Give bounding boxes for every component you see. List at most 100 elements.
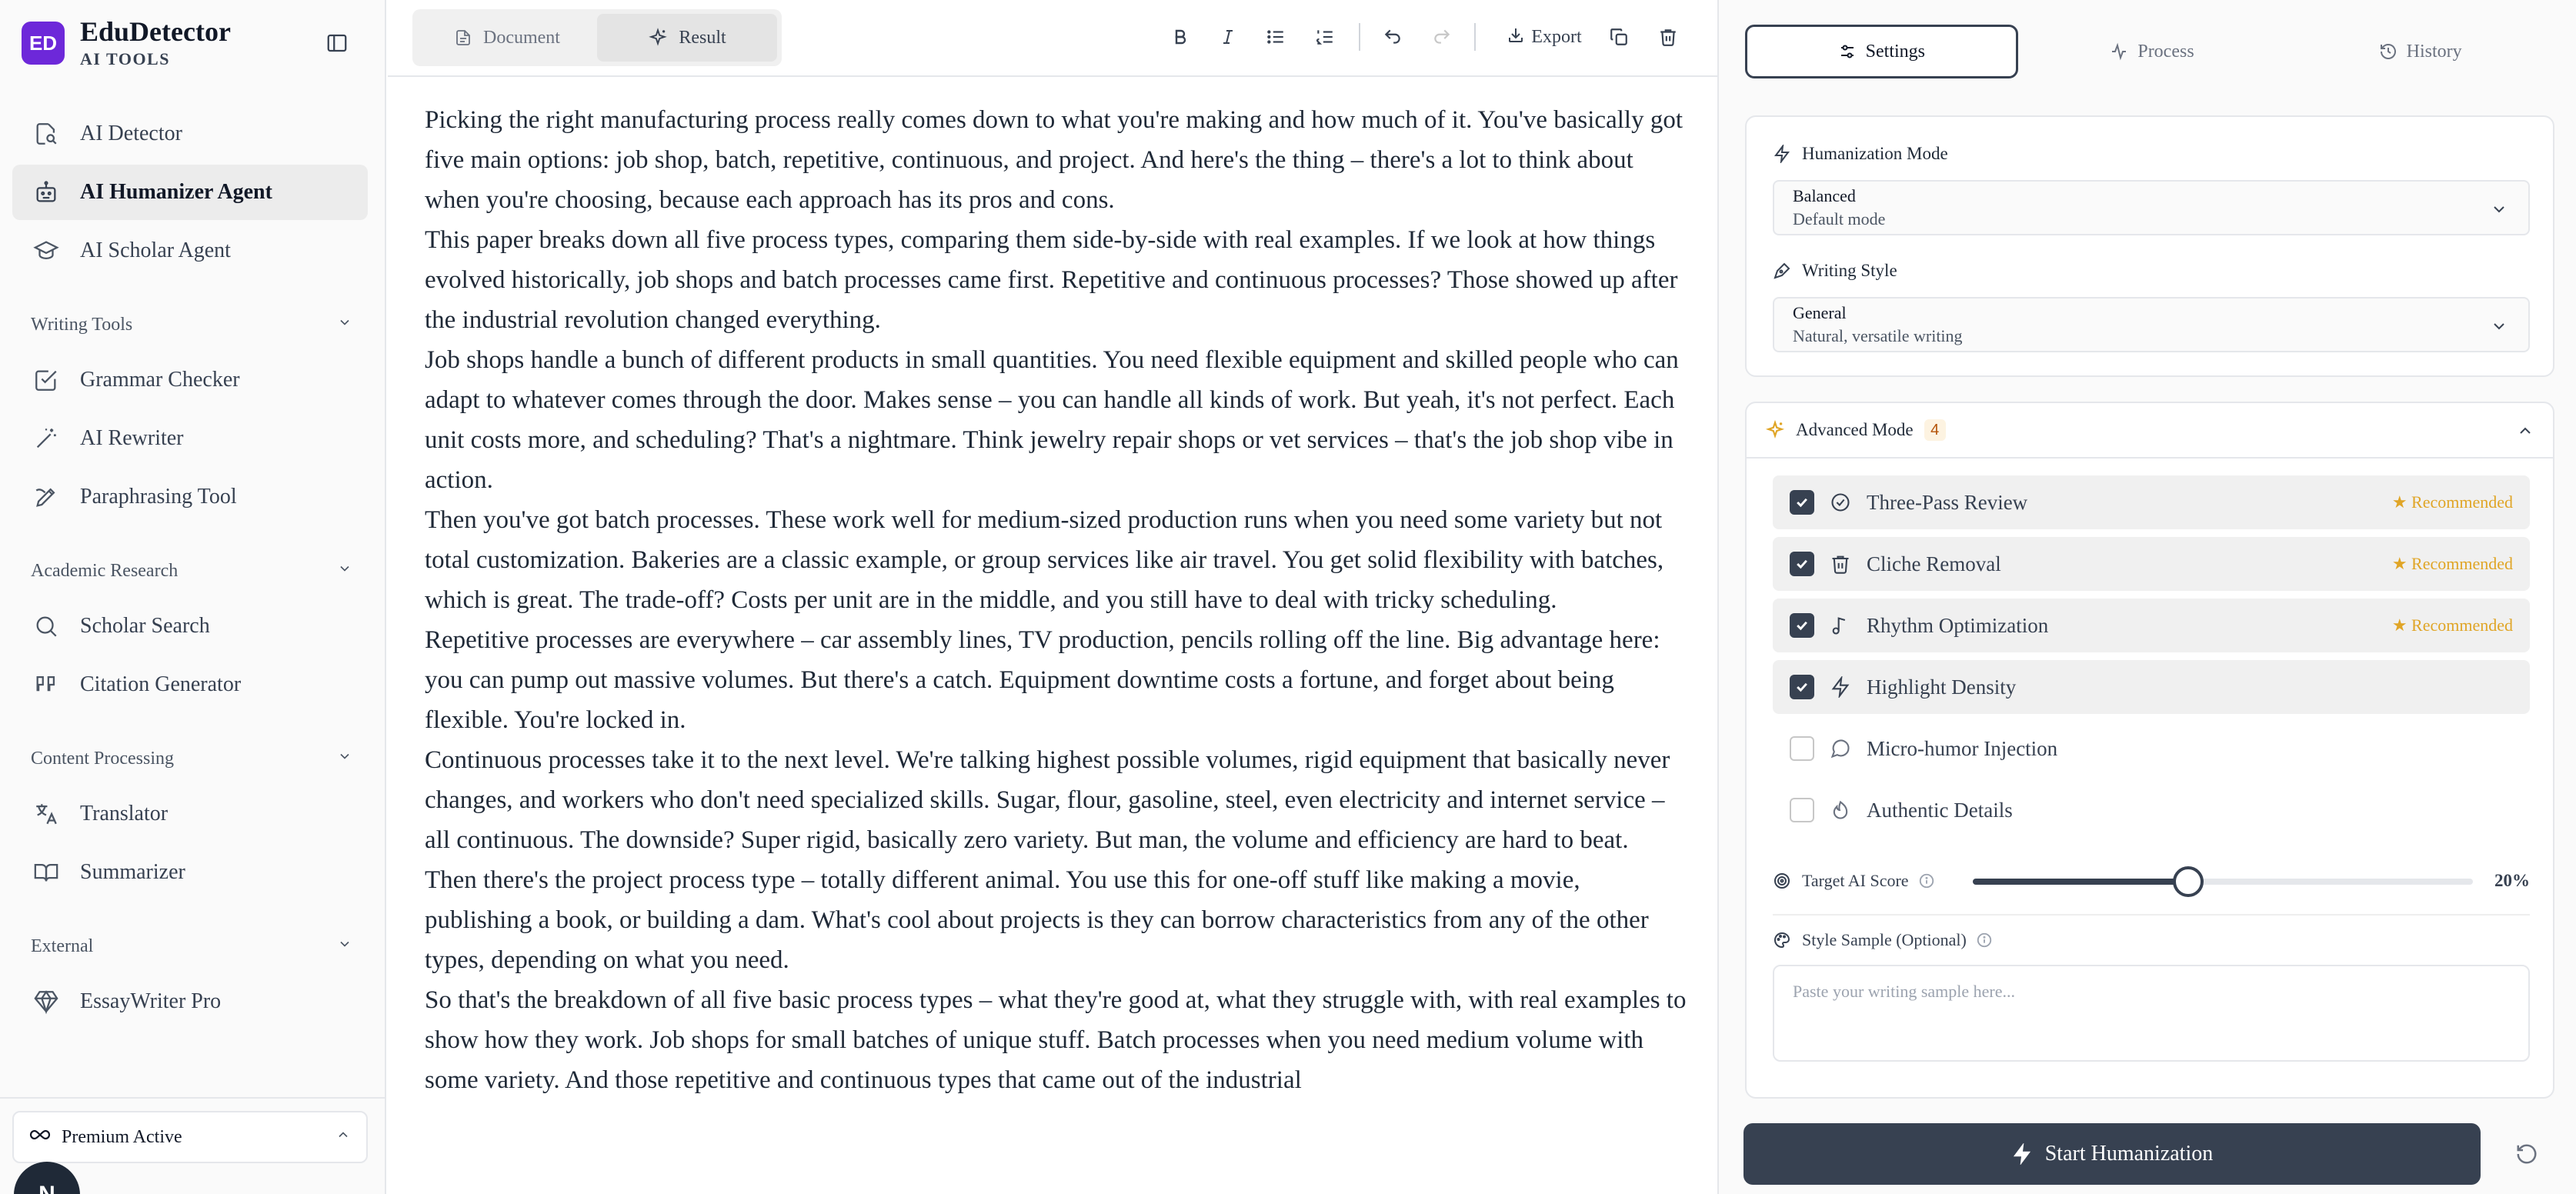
start-humanization-button[interactable]: Start Humanization (1743, 1123, 2481, 1185)
redo-icon[interactable] (1426, 22, 1457, 52)
field-label-text: Humanization Mode (1802, 144, 1948, 163)
paragraph: Continuous processes take it to the next… (425, 746, 1670, 854)
sparkles-icon (648, 28, 668, 48)
trash-icon[interactable] (1653, 22, 1683, 52)
pen-tool-icon (1773, 262, 1791, 280)
select-value: General (1793, 303, 1847, 322)
option-highlight-density[interactable]: Highlight Density (1773, 660, 2530, 714)
sidebar-item-paraphrasing-tool[interactable]: Paraphrasing Tool (12, 469, 368, 525)
section-content-processing[interactable]: Content Processing (31, 743, 352, 774)
paragraph: So that's the breakdown of all five basi… (425, 986, 1687, 1094)
option-three-pass-review[interactable]: Three-Pass Review ★ Recommended (1773, 475, 2530, 529)
chevron-down-icon (337, 315, 352, 335)
checkbox[interactable] (1790, 613, 1814, 638)
reset-icon[interactable] (2504, 1131, 2550, 1177)
tab-result[interactable]: Result (597, 14, 777, 62)
info-icon[interactable] (1976, 932, 1993, 949)
section-academic-research[interactable]: Academic Research (31, 555, 352, 586)
brand-text: EduDetector AI TOOLS (80, 16, 231, 70)
export-button[interactable]: Export (1502, 22, 1587, 52)
option-label: Highlight Density (1867, 675, 2017, 699)
toolbar-separator (1474, 23, 1476, 51)
humanization-mode-select[interactable]: Balanced Default mode (1773, 180, 2530, 235)
sidebar-item-ai-detector[interactable]: AI Detector (12, 106, 368, 162)
advanced-mode-card: Advanced Mode 4 Three-Pass Review ★ Reco… (1745, 402, 2554, 1099)
chevron-down-icon (337, 561, 352, 582)
translate-icon (31, 799, 62, 829)
select-value: Balanced (1793, 186, 1856, 205)
paragraph: Then there's the project process type – … (425, 866, 1649, 974)
writing-style-select[interactable]: General Natural, versatile writing (1773, 297, 2530, 352)
sidebar: ED EduDetector AI TOOLS AI Detector AI H… (0, 0, 386, 1194)
tab-history[interactable]: History (2286, 25, 2554, 78)
option-micro-humor-injection[interactable]: Micro-humor Injection (1773, 722, 2530, 775)
paragraph: Repetitive processes are everywhere – ca… (425, 626, 1660, 734)
sidebar-item-scholar-search[interactable]: Scholar Search (12, 599, 368, 654)
tab-label: Settings (1865, 41, 1925, 62)
tab-settings[interactable]: Settings (1745, 25, 2018, 78)
target-score-slider[interactable] (1973, 866, 2473, 897)
premium-status-button[interactable]: Premium Active (12, 1111, 368, 1163)
sidebar-item-essaywriter-pro[interactable]: EssayWriter Pro (12, 974, 368, 1029)
sidebar-item-ai-humanizer-agent[interactable]: AI Humanizer Agent (12, 165, 368, 220)
music-note-icon (1830, 615, 1851, 636)
option-authentic-details[interactable]: Authentic Details (1773, 783, 2530, 837)
copy-icon[interactable] (1603, 22, 1634, 52)
section-writing-tools[interactable]: Writing Tools (31, 309, 352, 340)
bullet-list-icon[interactable] (1260, 22, 1291, 52)
sliders-icon (1838, 42, 1857, 61)
brand-name: EduDetector (80, 16, 231, 47)
brand[interactable]: ED EduDetector AI TOOLS (22, 16, 231, 70)
toolbar-separator (1359, 23, 1360, 51)
italic-icon[interactable] (1213, 22, 1243, 52)
chevron-up-icon (335, 1127, 351, 1148)
checkbox[interactable] (1790, 675, 1814, 699)
option-cliche-removal[interactable]: Cliche Removal ★ Recommended (1773, 537, 2530, 591)
option-label: Cliche Removal (1867, 552, 2001, 575)
option-label: Micro-humor Injection (1867, 736, 2058, 760)
brand-subtitle: AI TOOLS (80, 49, 170, 68)
undo-icon[interactable] (1377, 22, 1408, 52)
advanced-mode-header[interactable]: Advanced Mode 4 (1747, 403, 2553, 459)
chevron-down-icon (337, 749, 352, 769)
chevron-down-icon (2490, 317, 2508, 339)
bold-icon[interactable] (1165, 22, 1196, 52)
chevron-down-icon (2490, 200, 2508, 222)
slider-thumb[interactable] (2172, 866, 2204, 897)
checkbox[interactable] (1790, 736, 1814, 761)
trash-icon (1830, 553, 1851, 575)
pen-icon (31, 482, 62, 512)
target-score-label: Target AI Score (1802, 871, 1909, 890)
numbered-list-icon[interactable] (1310, 22, 1340, 52)
editor-toolbar: Document Result Export (388, 0, 1717, 77)
section-external[interactable]: External (31, 931, 352, 962)
sidebar-item-citation-generator[interactable]: Citation Generator (12, 657, 368, 712)
option-rhythm-optimization[interactable]: Rhythm Optimization ★ Recommended (1773, 599, 2530, 652)
sidebar-item-ai-scholar-agent[interactable]: AI Scholar Agent (12, 223, 368, 278)
field-label-text: Writing Style (1802, 261, 1897, 280)
tab-process[interactable]: Process (2018, 25, 2287, 78)
recommended-badge: ★ Recommended (2391, 554, 2513, 573)
sidebar-toggle-icon[interactable] (322, 28, 352, 58)
sidebar-item-translator[interactable]: Translator (12, 786, 368, 842)
tab-document[interactable]: Document (417, 14, 597, 62)
premium-label: Premium Active (62, 1126, 182, 1147)
sidebar-item-ai-rewriter[interactable]: AI Rewriter (12, 411, 368, 466)
avatar[interactable]: N (14, 1162, 80, 1194)
export-label: Export (1531, 26, 1582, 47)
checkbox[interactable] (1790, 490, 1814, 515)
lightning-icon (2011, 1143, 2033, 1165)
start-button-label: Start Humanization (2044, 1142, 2214, 1166)
check-square-icon (31, 365, 62, 395)
paragraph: This paper breaks down all five process … (425, 226, 1678, 334)
style-sample-textarea[interactable]: Paste your writing sample here... (1773, 965, 2530, 1062)
sidebar-item-summarizer[interactable]: Summarizer (12, 845, 368, 900)
tab-label: Document (483, 27, 560, 48)
document-icon (454, 28, 472, 47)
checkbox[interactable] (1790, 798, 1814, 822)
sidebar-item-grammar-checker[interactable]: Grammar Checker (12, 352, 368, 408)
info-icon[interactable] (1918, 872, 1935, 889)
history-icon (2379, 42, 2397, 61)
checkbox[interactable] (1790, 552, 1814, 576)
result-document[interactable]: Picking the right manufacturing process … (425, 100, 1687, 1100)
